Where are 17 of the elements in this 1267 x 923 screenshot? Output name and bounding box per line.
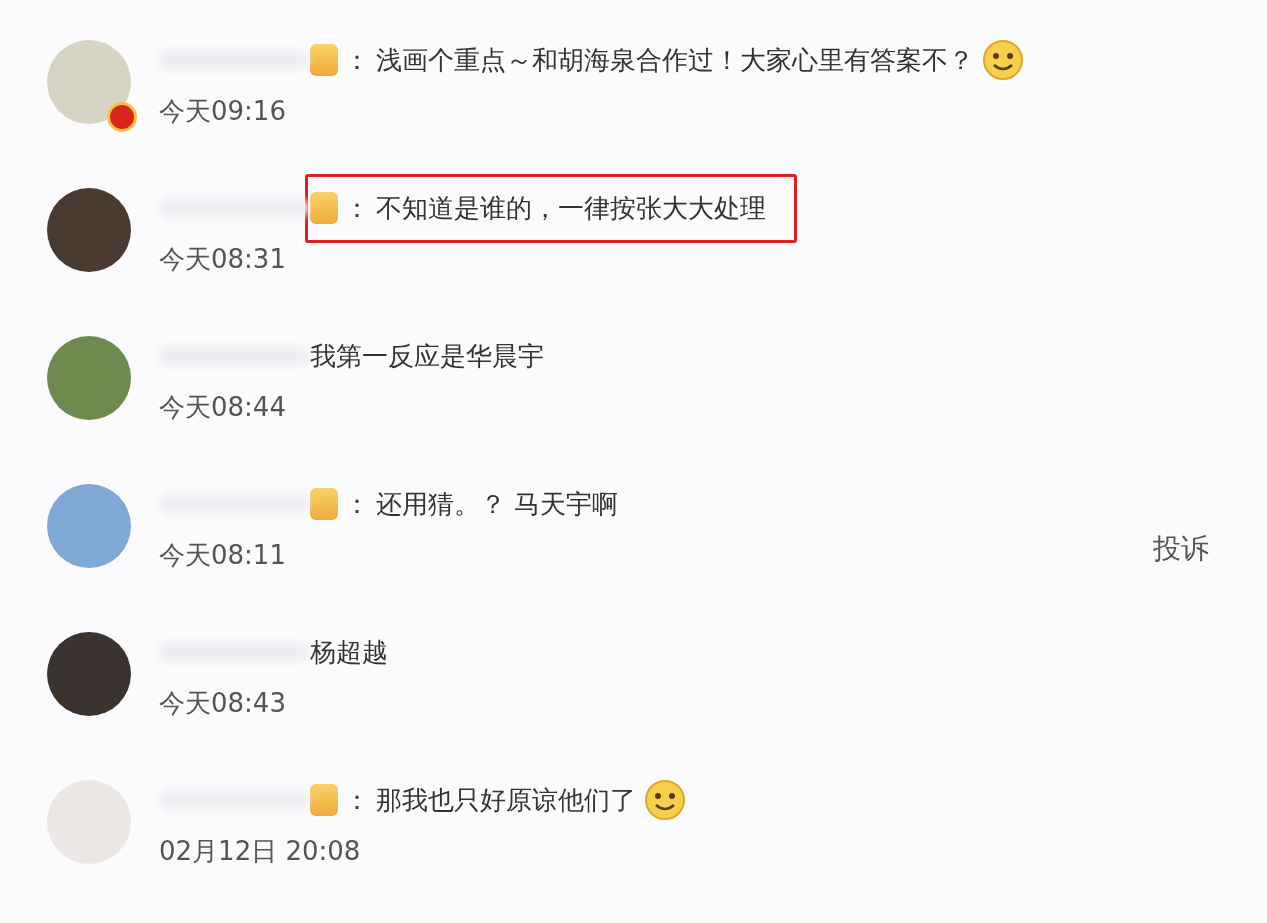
report-link[interactable]: 投诉 bbox=[1153, 530, 1209, 568]
comment-text: 浅画个重点～和胡海泉合作过！大家心里有答案不？ bbox=[376, 43, 974, 77]
comment-time: 今天08:11 bbox=[159, 540, 286, 570]
comment-time: 今天08:43 bbox=[159, 688, 286, 718]
comment-text: 还用猜。？ 马天宇啊 bbox=[376, 487, 619, 521]
comment-time: 今天09:16 bbox=[159, 96, 286, 126]
comment-time: 今天08:44 bbox=[159, 392, 286, 422]
colon: ： bbox=[344, 43, 370, 77]
comment-text: 杨超越 bbox=[310, 635, 388, 669]
comment-text: 不知道是谁的，一律按张大大处理 bbox=[376, 191, 766, 225]
comment-text: 那我也只好原谅他们了 bbox=[376, 783, 636, 817]
colon: ： bbox=[344, 783, 370, 817]
comment-text: 我第一反应是华晨宇 bbox=[310, 339, 544, 373]
colon: ： bbox=[344, 487, 370, 521]
colon: ： bbox=[344, 191, 370, 225]
comment-time: 今天08:31 bbox=[159, 244, 286, 274]
comment-time: 02月12日 20:08 bbox=[159, 836, 361, 866]
